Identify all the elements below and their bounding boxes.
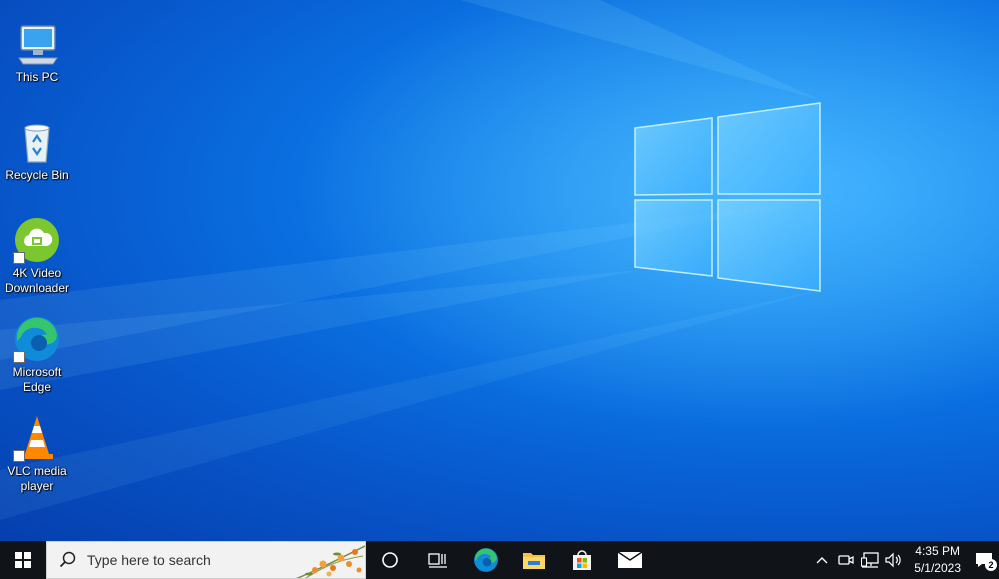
wallpaper-light-beams: [0, 0, 999, 541]
notification-count-badge: 2: [985, 559, 997, 571]
taskbar-file-explorer-button[interactable]: [510, 541, 558, 579]
taskbar: Type here to search 4:35 PM 5/1/2023 2: [0, 541, 999, 579]
show-hidden-icons-button[interactable]: [810, 541, 834, 579]
microsoft-store-icon: [573, 550, 591, 570]
shortcut-arrow-icon: [13, 450, 25, 462]
desktop-icon-label: This PC: [15, 70, 59, 84]
recycle-bin-icon: [13, 118, 61, 166]
cortana-icon: [382, 552, 398, 568]
search-highlight-flowers-icon: [295, 545, 365, 578]
this-pc-icon: [13, 20, 61, 68]
meet-now-button[interactable]: [834, 541, 858, 579]
desktop-icon-microsoft-edge[interactable]: Microsoft Edge: [2, 313, 72, 395]
network-icon: [861, 552, 879, 568]
action-center-button[interactable]: 2: [969, 541, 999, 579]
desktop-icon-label: 4K Video Downloader: [4, 266, 70, 295]
search-icon: [59, 551, 76, 568]
task-view-icon: [428, 553, 447, 568]
desktop-icon-4k-video-downloader[interactable]: 4K Video Downloader: [2, 214, 72, 296]
desktop-icon-label: VLC media player: [7, 464, 67, 493]
task-view-button[interactable]: [414, 541, 462, 579]
clock-date: 5/1/2023: [914, 561, 961, 575]
4k-video-downloader-icon: [13, 216, 61, 264]
windows-logo-icon: [15, 552, 31, 568]
clock-time: 4:35 PM: [915, 544, 960, 558]
edge-icon: [474, 548, 498, 572]
taskbar-mail-button[interactable]: [606, 541, 654, 579]
meet-now-icon: [838, 555, 854, 565]
desktop-icon-label: Microsoft Edge: [12, 365, 62, 394]
taskbar-microsoft-store-button[interactable]: [558, 541, 606, 579]
clock[interactable]: 4:35 PM 5/1/2023: [906, 543, 969, 577]
taskbar-edge-button[interactable]: [462, 541, 510, 579]
desktop[interactable]: This PC Recycle Bin 4K Video Downloader: [0, 0, 999, 541]
start-button[interactable]: [0, 541, 46, 579]
desktop-icon-vlc-media-player[interactable]: VLC media player: [2, 412, 72, 494]
shortcut-arrow-icon: [13, 252, 25, 264]
vlc-icon: [13, 414, 61, 462]
mail-icon: [617, 551, 643, 568]
search-placeholder: Type here to search: [87, 552, 211, 568]
shortcut-arrow-icon: [13, 351, 25, 363]
system-tray: 4:35 PM 5/1/2023 2: [810, 541, 999, 579]
volume-button[interactable]: [882, 541, 906, 579]
desktop-icon-this-pc[interactable]: This PC: [2, 18, 72, 85]
cortana-button[interactable]: [366, 541, 414, 579]
desktop-icon-recycle-bin[interactable]: Recycle Bin: [2, 116, 72, 183]
edge-icon: [13, 315, 61, 363]
chevron-up-icon: [816, 557, 828, 564]
file-explorer-icon: [523, 553, 545, 569]
desktop-icon-label: Recycle Bin: [5, 168, 69, 182]
search-box[interactable]: Type here to search: [46, 541, 366, 579]
volume-icon: [885, 552, 901, 568]
network-button[interactable]: [858, 541, 882, 579]
